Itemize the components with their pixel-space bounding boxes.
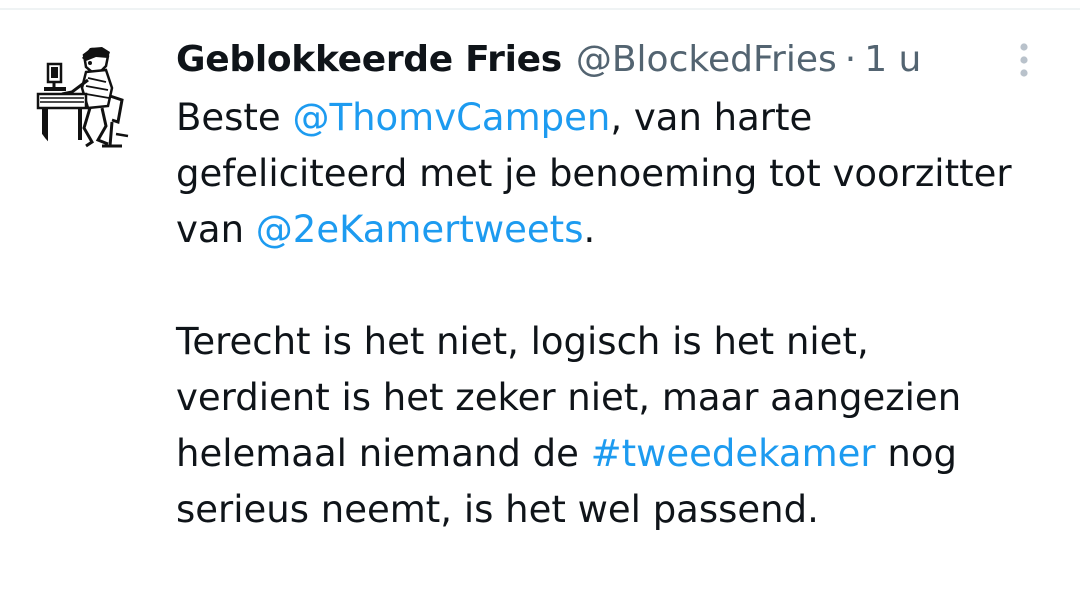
tweet-line: Terecht is het niet, logisch is het niet… — [176, 314, 1046, 370]
text-segment: van — [176, 208, 256, 251]
tweet-line: van @2eKamertweets. — [176, 202, 1046, 258]
tweet[interactable]: Geblokkeerde Fries @BlockedFries · 1 u B… — [0, 10, 1080, 605]
text-segment: gefeliciteerd met je benoeming tot voorz… — [176, 152, 1012, 195]
mention-link-2ekamertweets[interactable]: @2eKamertweets — [256, 208, 584, 251]
avatar[interactable] — [32, 42, 150, 160]
text-segment: Terecht is het niet, logisch is het niet… — [176, 320, 869, 363]
tweet-line: helemaal niemand de #tweedekamer nog — [176, 426, 1046, 482]
text-segment: serieus neemt, is het wel passend. — [176, 488, 819, 531]
text-segment: helemaal niemand de — [176, 432, 591, 475]
hashtag-link-tweedekamer[interactable]: #tweedekamer — [591, 432, 876, 475]
text-segment: verdient is het zeker niet, maar aangezi… — [176, 376, 962, 419]
separator-dot: · — [844, 39, 857, 80]
timestamp[interactable]: 1 u — [864, 38, 921, 82]
tweet-text: Beste @ThomvCampen, van harte gefelicite… — [176, 90, 1046, 538]
text-segment: . — [583, 208, 596, 251]
tweet-header: Geblokkeerde Fries @BlockedFries · 1 u — [176, 38, 921, 82]
person-at-desk-illustration — [36, 47, 129, 148]
display-name[interactable]: Geblokkeerde Fries — [176, 38, 562, 82]
paragraph-break — [176, 258, 1046, 314]
mention-link-thomvcampen[interactable]: @ThomvCampen — [292, 96, 610, 139]
text-segment: nog — [875, 432, 957, 475]
text-segment: Beste — [176, 96, 293, 139]
tweet-line: serieus neemt, is het wel passend. — [176, 482, 1046, 538]
tweet-line: Beste @ThomvCampen, van harte — [176, 90, 1046, 146]
text-segment: , van harte — [610, 96, 813, 139]
tweet-line: gefeliciteerd met je benoeming tot voorz… — [176, 146, 1046, 202]
user-handle[interactable]: @BlockedFries — [576, 38, 837, 82]
more-vertical-icon — [1020, 43, 1028, 77]
tweet-line: verdient is het zeker niet, maar aangezi… — [176, 370, 1046, 426]
more-options-button[interactable] — [1004, 38, 1044, 82]
